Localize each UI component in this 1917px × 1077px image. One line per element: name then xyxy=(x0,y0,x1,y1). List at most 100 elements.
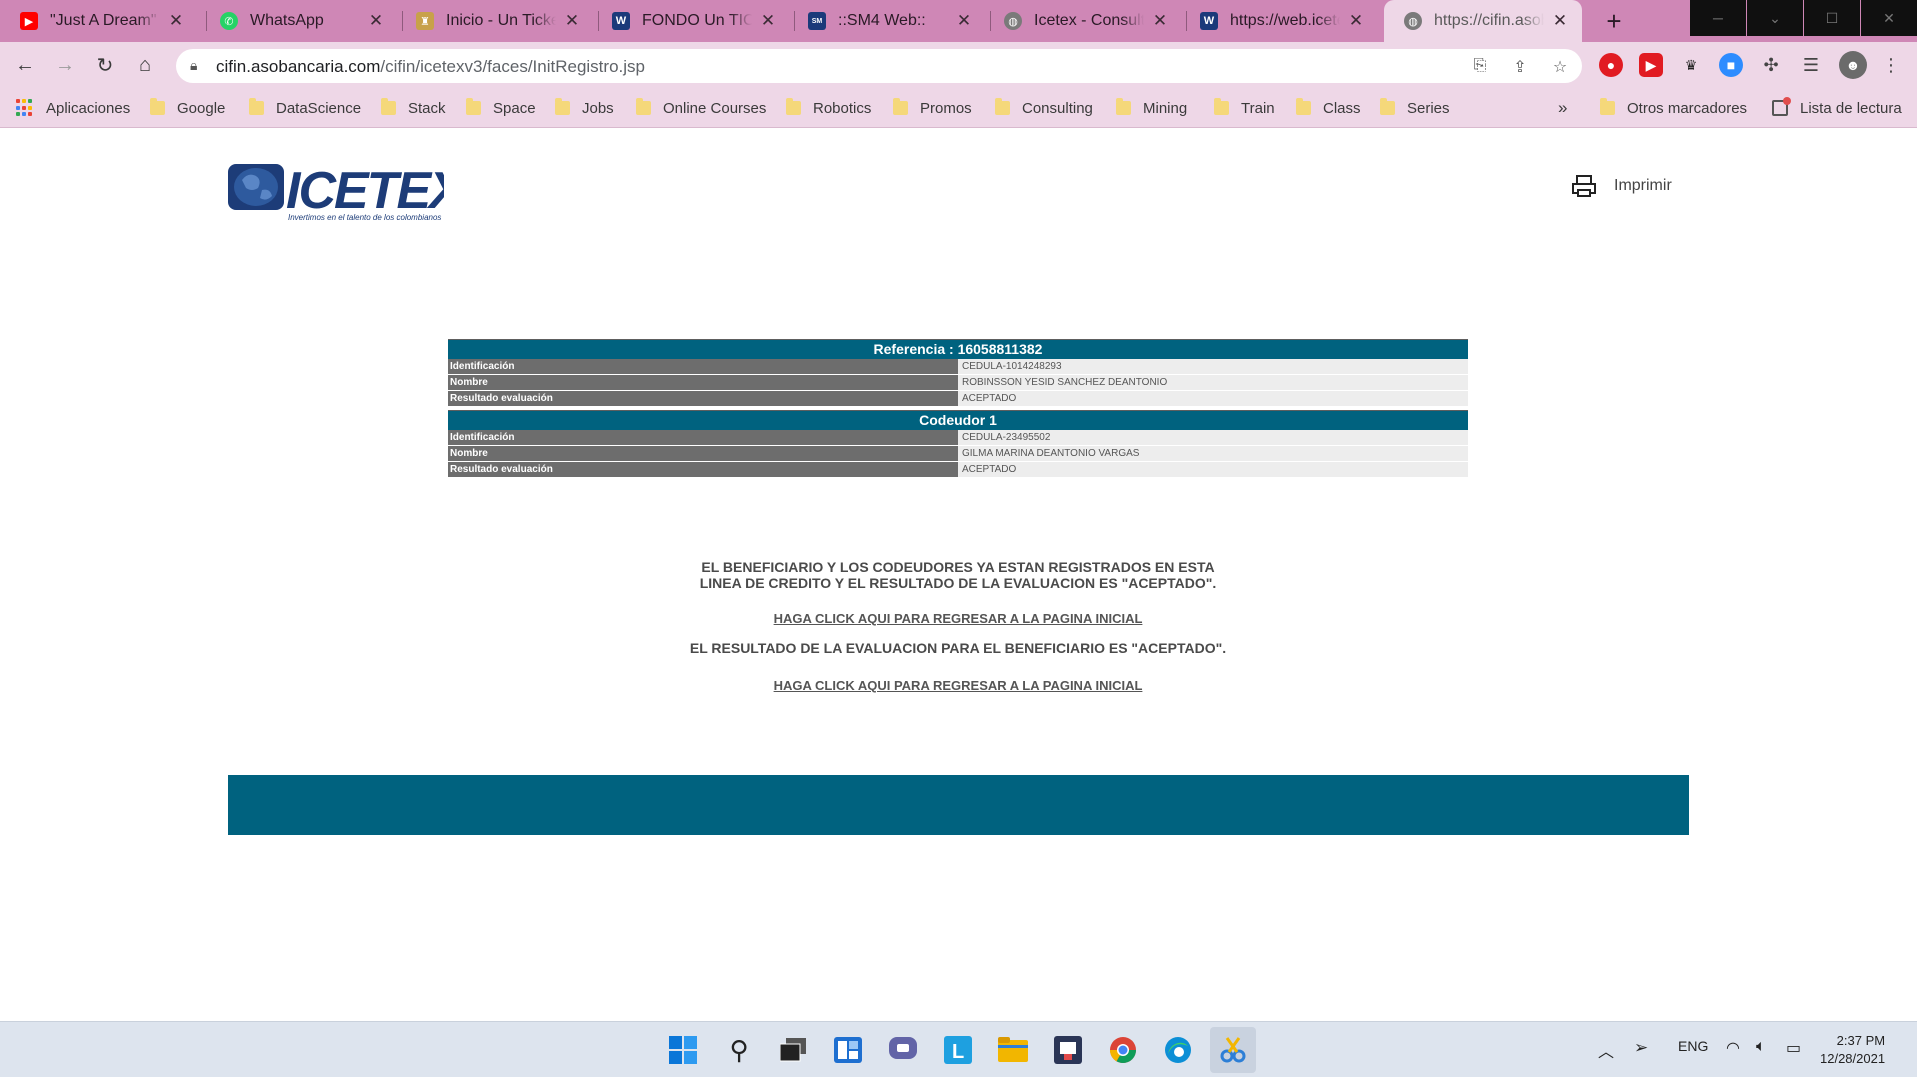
bookmark-folder-mining[interactable]: Mining xyxy=(1116,97,1187,119)
clock-date: 12/28/2021 xyxy=(1820,1051,1886,1066)
close-window-icon[interactable]: ✕ xyxy=(1861,0,1917,36)
widgets-icon[interactable] xyxy=(832,1034,864,1066)
bookmark-folder-stack[interactable]: Stack xyxy=(381,97,446,119)
row-label: Resultado evaluación xyxy=(448,461,958,478)
bookmark-label: Consulting xyxy=(1022,99,1093,117)
file-explorer-icon[interactable] xyxy=(997,1034,1029,1066)
video-extension-icon[interactable]: ▶ xyxy=(1639,53,1663,77)
new-tab-button[interactable]: + xyxy=(1594,0,1634,42)
language-indicator[interactable]: ENG xyxy=(1678,1038,1708,1054)
tab-sm4[interactable]: SM ::SM4 Web:: ✕ xyxy=(788,0,986,42)
bookmark-folder-promos[interactable]: Promos xyxy=(893,97,972,119)
battery-icon[interactable]: ▭ xyxy=(1786,1038,1801,1058)
zoom-extension-icon[interactable]: ■ xyxy=(1719,53,1743,77)
folder-icon xyxy=(1214,98,1229,115)
bookmark-folder-train[interactable]: Train xyxy=(1214,97,1275,119)
wifi-icon[interactable]: ◠ xyxy=(1726,1038,1740,1058)
tab-icetex-consulta[interactable]: ◍ Icetex - Consulta ✕ xyxy=(984,0,1182,42)
row-label: Identificación xyxy=(448,429,958,446)
media-queue-icon[interactable]: ☰ xyxy=(1799,53,1823,77)
reading-list-icon xyxy=(1772,97,1791,116)
tab-whatsapp[interactable]: ✆ WhatsApp ✕ xyxy=(200,0,398,42)
windows-start-icon[interactable] xyxy=(667,1034,699,1066)
reload-icon[interactable]: ↻ xyxy=(91,51,119,79)
edge-icon[interactable] xyxy=(1162,1034,1194,1066)
result-messages: EL BENEFICIARIO Y LOS CODEUDORES YA ESTA… xyxy=(448,559,1468,693)
clock-time: 2:37 PM xyxy=(1836,1033,1886,1048)
extensions-puzzle-icon[interactable]: ✣ xyxy=(1759,53,1783,77)
teams-chat-icon[interactable] xyxy=(887,1034,919,1066)
tab-youtube[interactable]: ▶ "Just A Dream" by ✕ xyxy=(0,0,198,42)
bookmark-folder-datascience[interactable]: DataScience xyxy=(249,97,361,119)
lock-icon[interactable]: 🔒︎ xyxy=(190,57,197,74)
url-text[interactable]: cifin.asobancaria.com/cifin/icetexv3/fac… xyxy=(216,57,645,77)
tab-fondo[interactable]: W FONDO Un TICket ✕ xyxy=(592,0,790,42)
close-icon[interactable]: ✕ xyxy=(366,11,386,31)
bookmark-folder-class[interactable]: Class xyxy=(1296,97,1361,119)
close-icon[interactable]: ✕ xyxy=(562,11,582,31)
l-app-icon[interactable]: L xyxy=(942,1034,974,1066)
return-home-link-2[interactable]: HAGA CLICK AQUI PARA REGRESAR A LA PAGIN… xyxy=(774,678,1143,693)
volume-icon[interactable]: 🔈︎ xyxy=(1756,1038,1766,1056)
bookmark-folder-online-courses[interactable]: Online Courses xyxy=(636,97,766,119)
return-home-link[interactable]: HAGA CLICK AQUI PARA REGRESAR A LA PAGIN… xyxy=(774,611,1143,626)
capture-app-icon[interactable] xyxy=(1052,1034,1084,1066)
home-icon[interactable]: ⌂ xyxy=(131,51,159,79)
close-icon[interactable]: ✕ xyxy=(166,11,186,31)
evaluation-message: EL RESULTADO DE LA EVALUACION PARA EL BE… xyxy=(689,640,1227,656)
search-icon[interactable]: ⚲ xyxy=(723,1034,755,1066)
print-button[interactable]: Imprimir xyxy=(1572,175,1672,197)
bookmark-folder-series[interactable]: Series xyxy=(1380,97,1450,119)
snake-extension-icon[interactable]: ♛ xyxy=(1679,53,1703,77)
menu-kebab-icon[interactable]: ⋮ xyxy=(1879,53,1903,77)
close-icon[interactable]: ✕ xyxy=(954,11,974,31)
close-icon[interactable]: ✕ xyxy=(1150,11,1170,31)
task-view-icon[interactable] xyxy=(777,1034,809,1066)
location-arrow-icon[interactable]: ➢ xyxy=(1634,1038,1648,1058)
chrome-icon[interactable] xyxy=(1107,1034,1139,1066)
tab-strip: ▶ "Just A Dream" by ✕ ✆ WhatsApp ✕ ♜ Ini… xyxy=(0,0,1917,42)
adblock-extension-icon[interactable]: ● xyxy=(1599,53,1623,77)
bookmark-folder-space[interactable]: Space xyxy=(466,97,536,119)
globe-icon: ◍ xyxy=(1404,12,1422,30)
row-value: ROBINSSON YESID SANCHEZ DEANTONIO xyxy=(958,374,1468,391)
share-icon[interactable]: ⇪ xyxy=(1510,57,1530,77)
tab-title: https://cifin.asob xyxy=(1434,12,1544,29)
row-label: Identificación xyxy=(448,358,958,375)
bookmark-label: Stack xyxy=(408,99,446,117)
translate-icon[interactable]: ⎘ xyxy=(1470,57,1490,77)
forward-icon[interactable]: → xyxy=(51,51,79,79)
tray-overflow-chevron-icon[interactable]: ︿ xyxy=(1598,1038,1614,1062)
snipping-tool-icon-active[interactable] xyxy=(1210,1027,1256,1073)
minimize-icon[interactable]: ─ xyxy=(1690,0,1746,36)
maximize-icon[interactable]: ☐ xyxy=(1804,0,1860,36)
reading-list-button[interactable]: Lista de lectura xyxy=(1772,97,1902,119)
bookmark-label: Series xyxy=(1407,99,1450,117)
folder-icon xyxy=(150,98,165,115)
bookmark-folder-other[interactable]: Otros marcadores xyxy=(1600,97,1747,119)
avatar[interactable]: ☻ xyxy=(1839,51,1867,79)
bookmarks-overflow-chevron[interactable]: » xyxy=(1558,97,1567,119)
close-icon[interactable]: ✕ xyxy=(758,11,778,31)
bookmark-folder-google[interactable]: Google xyxy=(150,97,225,119)
tab-title: https://web.icete xyxy=(1230,12,1340,29)
close-icon[interactable]: ✕ xyxy=(1346,11,1366,31)
system-clock[interactable]: 2:37 PM 12/28/2021 xyxy=(1820,1032,1885,1068)
tab-web-icetex[interactable]: W https://web.icete ✕ xyxy=(1180,0,1378,42)
table-row: Nombre GILMA MARINA DEANTONIO VARGAS xyxy=(448,445,1468,462)
bookmark-folder-jobs[interactable]: Jobs xyxy=(555,97,614,119)
bookmark-apps[interactable]: Aplicaciones xyxy=(16,97,130,119)
back-icon[interactable]: ← xyxy=(11,51,39,79)
table-row: Resultado evaluación ACEPTADO xyxy=(448,461,1468,478)
tab-inicio[interactable]: ♜ Inicio - Un Ticket ✕ xyxy=(396,0,594,42)
close-icon[interactable]: ✕ xyxy=(1550,11,1570,31)
tab-search-icon[interactable]: ⌄ xyxy=(1747,0,1803,36)
address-bar[interactable]: 🔒︎ cifin.asobancaria.com/cifin/icetexv3/… xyxy=(176,49,1582,83)
tab-cifin-active[interactable]: ◍ https://cifin.asob ✕ xyxy=(1384,0,1582,42)
bookmark-folder-consulting[interactable]: Consulting xyxy=(995,97,1093,119)
bookmark-star-icon[interactable]: ☆ xyxy=(1550,57,1570,77)
icetex-logo: ICETEX Invertimos en el talento de los c… xyxy=(228,162,469,222)
bookmark-folder-robotics[interactable]: Robotics xyxy=(786,97,871,119)
svg-text:Invertimos en el talento de lo: Invertimos en el talento de los colombia… xyxy=(288,213,441,222)
bookmark-label: Lista de lectura xyxy=(1800,99,1902,117)
